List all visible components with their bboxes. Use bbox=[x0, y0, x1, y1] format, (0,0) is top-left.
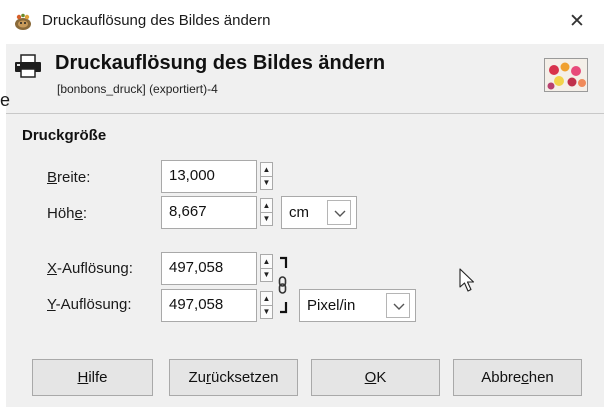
dropdown-button[interactable] bbox=[386, 293, 410, 318]
header-separator bbox=[6, 113, 604, 114]
x-resolution-input[interactable]: 497,058 bbox=[161, 252, 257, 285]
spin-down-icon[interactable]: ▼ bbox=[261, 212, 272, 225]
spin-down-icon[interactable]: ▼ bbox=[261, 305, 272, 318]
width-spinner[interactable]: ▲ ▼ bbox=[260, 162, 273, 190]
y-resolution-label: Y-Auflösung: bbox=[47, 296, 132, 313]
width-label: Breite: bbox=[47, 169, 91, 186]
dialog-header-title: Druckauflösung des Bildes ändern bbox=[55, 52, 386, 74]
image-name-label: [bonbons_druck] (exportiert)-4 bbox=[57, 82, 218, 96]
y-resolution-spinner[interactable]: ▲ ▼ bbox=[260, 291, 273, 319]
close-button[interactable]: ✕ bbox=[558, 6, 596, 38]
size-unit-value: cm bbox=[289, 204, 309, 221]
close-icon: ✕ bbox=[569, 11, 585, 32]
height-label: Höhe: bbox=[47, 205, 88, 222]
help-button[interactable]: Hilfe bbox=[32, 359, 153, 396]
chevron-down-icon bbox=[393, 303, 405, 310]
mouse-pointer-icon bbox=[459, 268, 475, 292]
spin-up-icon[interactable]: ▲ bbox=[261, 292, 272, 305]
print-size-section-title: Druckgröße bbox=[22, 127, 107, 144]
chain-link-icon[interactable] bbox=[276, 253, 290, 317]
size-unit-dropdown[interactable]: cm bbox=[281, 196, 357, 229]
chevron-down-icon bbox=[334, 210, 346, 217]
spin-up-icon[interactable]: ▲ bbox=[261, 255, 272, 268]
thumbnail-image bbox=[545, 59, 587, 91]
spin-up-icon[interactable]: ▲ bbox=[261, 163, 272, 176]
cancel-button[interactable]: Abbrechen bbox=[453, 359, 582, 396]
dropdown-button[interactable] bbox=[327, 200, 351, 225]
x-resolution-label: X-Auflösung: bbox=[47, 260, 133, 277]
spin-down-icon[interactable]: ▼ bbox=[261, 176, 272, 189]
resolution-unit-dropdown[interactable]: Pixel/in bbox=[299, 289, 416, 322]
x-resolution-spinner[interactable]: ▲ ▼ bbox=[260, 254, 273, 282]
window-titlebar: Druckauflösung des Bildes ändern ✕ bbox=[0, 0, 604, 44]
y-resolution-input[interactable]: 497,058 bbox=[161, 289, 257, 322]
gimp-app-icon bbox=[15, 13, 31, 30]
height-input[interactable]: 8,667 bbox=[161, 196, 257, 229]
spin-up-icon[interactable]: ▲ bbox=[261, 199, 272, 212]
printer-icon bbox=[15, 54, 41, 78]
width-input[interactable]: 13,000 bbox=[161, 160, 257, 193]
background-window-text: e bbox=[0, 90, 11, 110]
image-thumbnail bbox=[544, 58, 588, 92]
height-spinner[interactable]: ▲ ▼ bbox=[260, 198, 273, 226]
window-title: Druckauflösung des Bildes ändern bbox=[42, 12, 271, 29]
ok-button[interactable]: OK bbox=[311, 359, 440, 396]
resolution-unit-value: Pixel/in bbox=[307, 297, 356, 314]
reset-button[interactable]: Zurücksetzen bbox=[169, 359, 298, 396]
spin-down-icon[interactable]: ▼ bbox=[261, 268, 272, 281]
